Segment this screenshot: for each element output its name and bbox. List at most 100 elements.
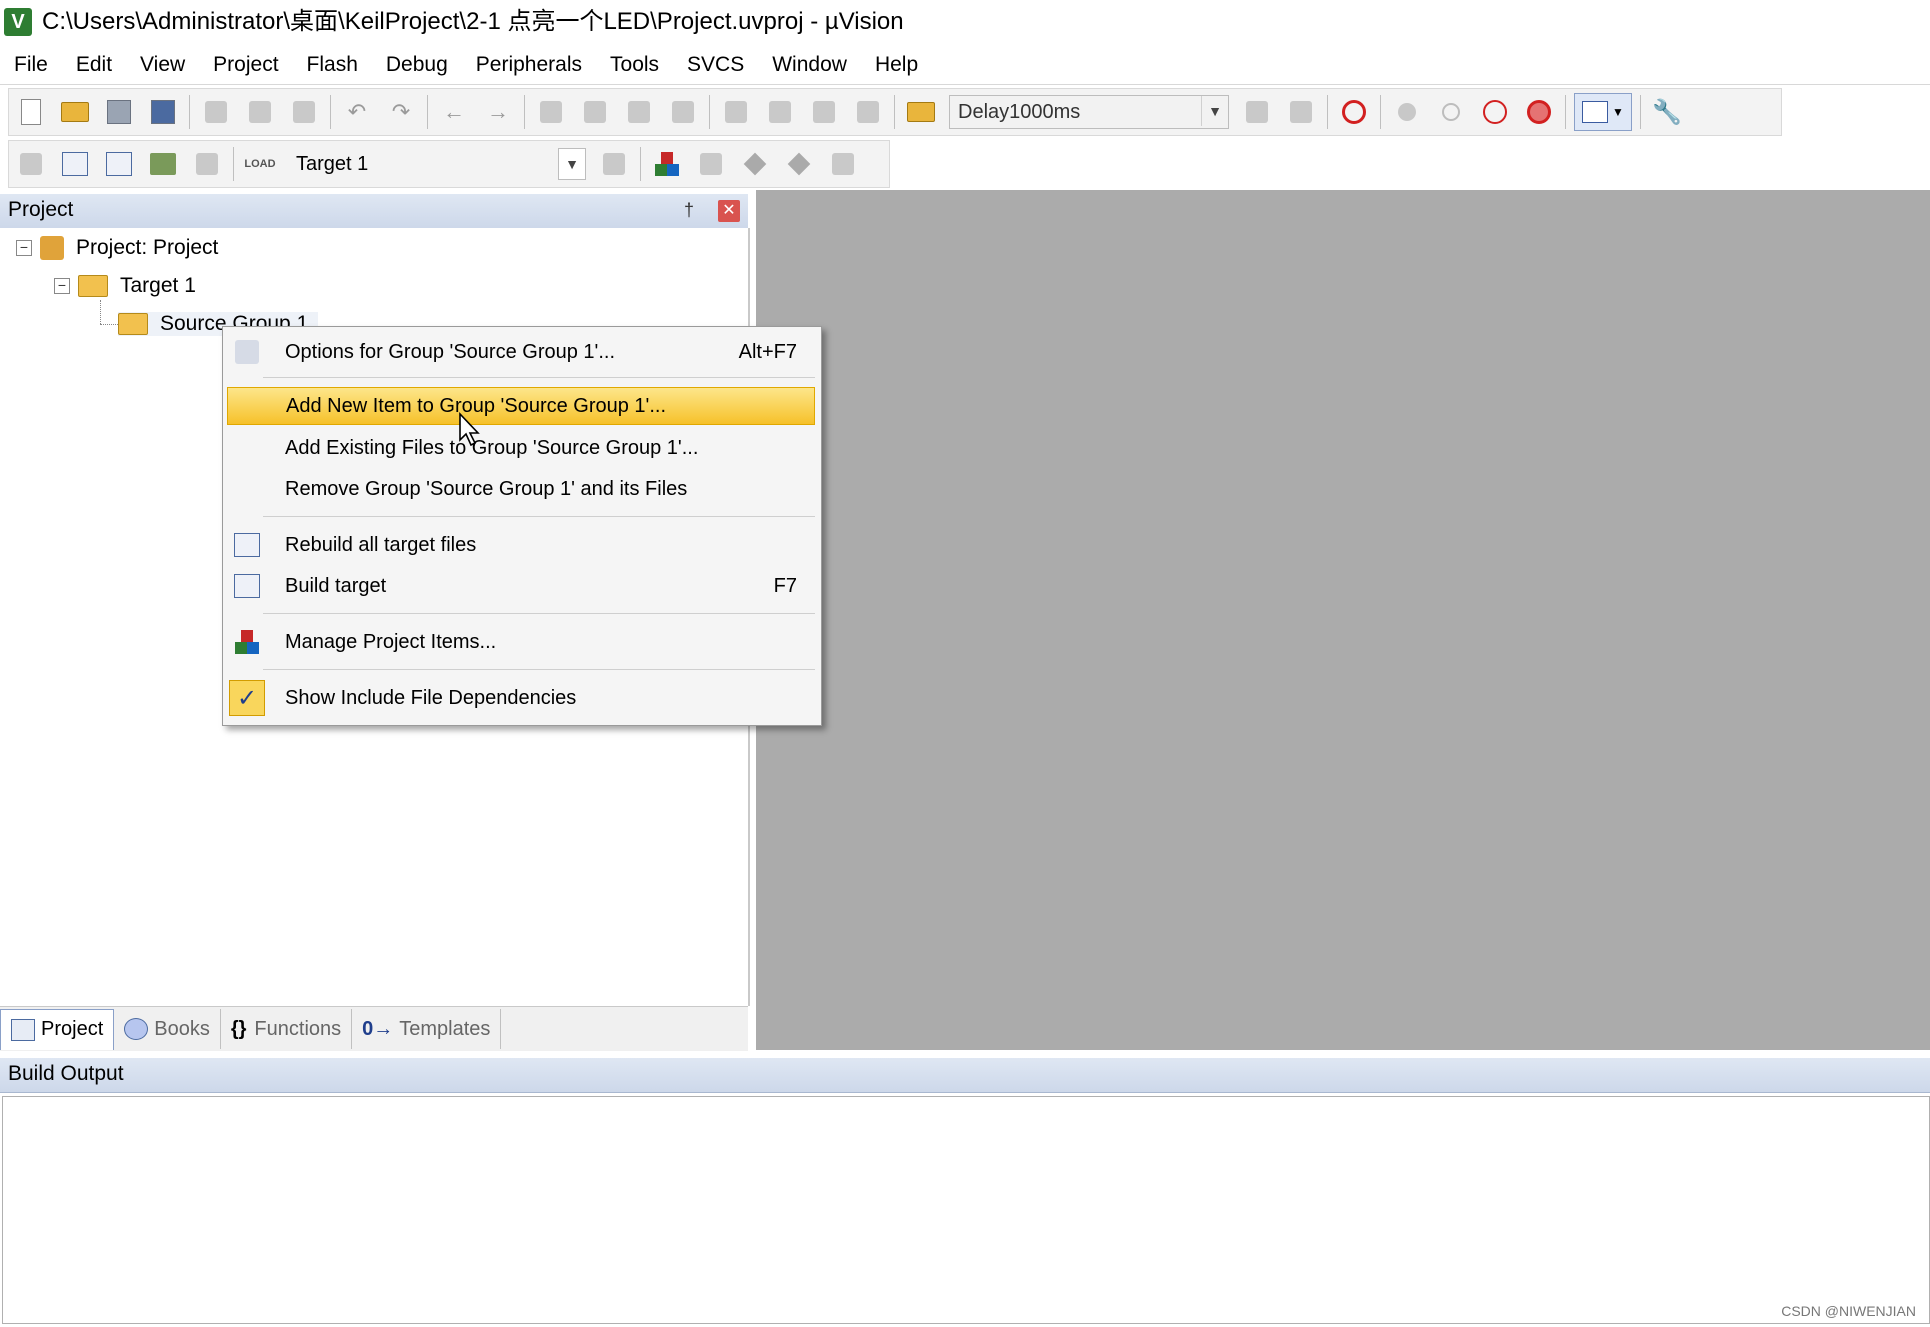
tab-templates[interactable]: 0→ Templates <box>352 1009 502 1049</box>
rte-icon <box>700 153 722 175</box>
window-layout-button[interactable]: ▼ <box>1574 93 1632 131</box>
tab-books[interactable]: Books <box>114 1009 221 1049</box>
comment-button[interactable] <box>806 94 842 130</box>
collapse-icon[interactable]: − <box>16 240 32 256</box>
menu-tools[interactable]: Tools <box>596 47 673 83</box>
tree-item-target[interactable]: − Target 1 <box>54 274 196 298</box>
translate-button[interactable] <box>13 146 49 182</box>
build-toolbar: LOAD Target 1 ▼ <box>8 140 890 188</box>
indent-button[interactable] <box>718 94 754 130</box>
manage-project-items-button[interactable] <box>649 146 685 182</box>
function-combo[interactable]: Delay1000ms ▼ <box>949 95 1229 129</box>
select-packs-button[interactable] <box>737 146 773 182</box>
menu-file[interactable]: File <box>0 47 62 83</box>
menu-item-show-include-deps[interactable]: ✓ Show Include File Dependencies <box>227 679 815 717</box>
redo-button[interactable]: ↷ <box>383 94 419 130</box>
undo-button[interactable]: ↶ <box>339 94 375 130</box>
multi-project-icon <box>832 153 854 175</box>
build-output-title: Build Output <box>8 1062 124 1085</box>
manage-rte-button[interactable] <box>693 146 729 182</box>
bookmark-clear-button[interactable] <box>665 94 701 130</box>
disable-breakpoints-button[interactable] <box>1477 94 1513 130</box>
toolbar-separator <box>1380 95 1381 129</box>
editor-area[interactable] <box>756 190 1930 1050</box>
tab-functions[interactable]: {} Functions <box>221 1009 353 1049</box>
bookmark-prev-button[interactable] <box>577 94 613 130</box>
close-icon[interactable]: ✕ <box>718 200 740 222</box>
title-bar: V C:\Users\Administrator\桌面\KeilProject\… <box>0 0 1930 44</box>
project-pane-header: Project † ✕ <box>0 194 748 229</box>
menu-item-manage-project-items[interactable]: Manage Project Items... <box>227 623 815 661</box>
uncomment-button[interactable] <box>850 94 886 130</box>
bookmark-prev-icon <box>584 101 606 123</box>
menu-view[interactable]: View <box>126 47 199 83</box>
unindent-button[interactable] <box>762 94 798 130</box>
open-file-button[interactable] <box>57 94 93 130</box>
find-in-files-button[interactable] <box>903 94 939 130</box>
find-in-files-icon <box>907 102 935 122</box>
toolbar-separator <box>1640 95 1641 129</box>
bookmark-toggle-button[interactable] <box>533 94 569 130</box>
cut-button[interactable] <box>198 94 234 130</box>
kill-breakpoints-button[interactable] <box>1521 94 1557 130</box>
save-all-button[interactable] <box>145 94 181 130</box>
collapse-icon[interactable]: − <box>54 278 70 294</box>
load-icon: LOAD <box>244 158 276 170</box>
menu-peripherals[interactable]: Peripherals <box>462 47 596 83</box>
menu-item-label: Show Include File Dependencies <box>285 686 577 709</box>
multi-project-button[interactable] <box>825 146 861 182</box>
copy-button[interactable] <box>242 94 278 130</box>
menu-item-options-for-group[interactable]: Options for Group 'Source Group 1'... Al… <box>227 333 815 371</box>
chevron-down-icon: ▼ <box>1612 105 1624 119</box>
breakpoint-outline-icon <box>1442 103 1460 121</box>
tree-item-project[interactable]: − Project: Project <box>16 236 218 260</box>
insert-breakpoint-button[interactable] <box>1389 94 1425 130</box>
download-button[interactable]: LOAD <box>242 146 278 182</box>
menu-edit[interactable]: Edit <box>62 47 126 83</box>
target-combo[interactable]: Target 1 ▼ <box>288 148 586 180</box>
menu-bar: File Edit View Project Flash Debug Perip… <box>0 46 1930 85</box>
enable-breakpoint-button[interactable] <box>1433 94 1469 130</box>
menu-svcs[interactable]: SVCS <box>673 47 758 83</box>
new-file-button[interactable] <box>13 94 49 130</box>
find-button[interactable] <box>1239 94 1275 130</box>
menu-item-remove-group[interactable]: Remove Group 'Source Group 1' and its Fi… <box>227 470 815 508</box>
comment-icon <box>813 101 835 123</box>
toolbar-separator <box>189 95 190 129</box>
toolbar-separator <box>330 95 331 129</box>
stop-build-button[interactable] <box>189 146 225 182</box>
menu-separator <box>263 669 815 670</box>
menu-item-build-target[interactable]: Build target F7 <box>227 567 815 605</box>
target-combo-value: Target 1 <box>296 152 369 175</box>
window-title: C:\Users\Administrator\桌面\KeilProject\2-… <box>42 8 904 35</box>
incremental-find-button[interactable] <box>1283 94 1319 130</box>
menu-flash[interactable]: Flash <box>293 47 372 83</box>
chevron-down-icon[interactable]: ▼ <box>1201 96 1228 126</box>
configure-button[interactable]: 🔧 <box>1649 94 1685 130</box>
target-options-button[interactable] <box>596 146 632 182</box>
debug-session-button[interactable] <box>1336 94 1372 130</box>
menu-project[interactable]: Project <box>199 47 292 83</box>
build-button[interactable] <box>57 146 93 182</box>
uncomment-icon <box>857 101 879 123</box>
nav-forward-button[interactable]: → <box>480 94 516 130</box>
pack-installer-button[interactable] <box>781 146 817 182</box>
nav-back-button[interactable]: ← <box>436 94 472 130</box>
toolbar-separator <box>427 95 428 129</box>
build-output-panel[interactable] <box>2 1096 1930 1324</box>
menu-window[interactable]: Window <box>758 47 861 83</box>
rebuild-button[interactable] <box>101 146 137 182</box>
menu-item-add-existing-files[interactable]: Add Existing Files to Group 'Source Grou… <box>227 429 815 467</box>
chevron-down-icon[interactable]: ▼ <box>558 148 586 180</box>
batch-build-button[interactable] <box>145 146 181 182</box>
tab-project[interactable]: Project <box>0 1008 115 1050</box>
menu-help[interactable]: Help <box>861 47 932 83</box>
menu-item-rebuild-all[interactable]: Rebuild all target files <box>227 526 815 564</box>
save-button[interactable] <box>101 94 137 130</box>
menu-item-add-new-item[interactable]: Add New Item to Group 'Source Group 1'..… <box>227 387 815 425</box>
bookmark-next-button[interactable] <box>621 94 657 130</box>
menu-debug[interactable]: Debug <box>372 47 462 83</box>
tab-label: Books <box>154 1017 210 1040</box>
pin-icon[interactable]: † <box>684 200 694 221</box>
paste-button[interactable] <box>286 94 322 130</box>
